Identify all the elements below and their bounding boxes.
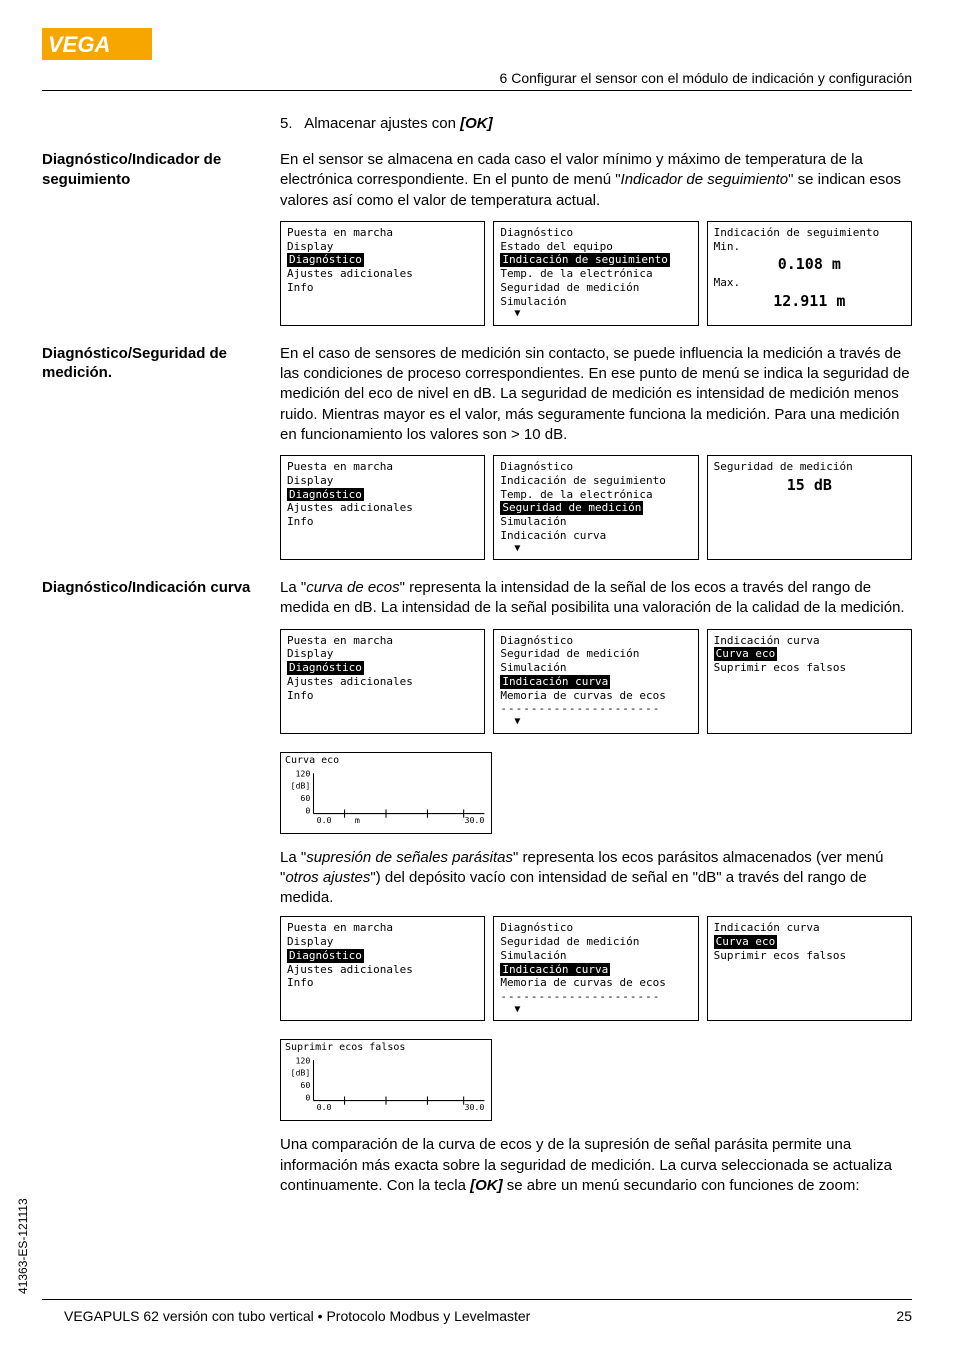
svg-text:30.0: 30.0 <box>464 1102 484 1112</box>
lcd-row-4: Puesta en marchaDisplayDiagnósticoAjuste… <box>280 916 912 1021</box>
svg-text:[dB]: [dB] <box>290 1068 310 1078</box>
footer-text: VEGAPULS 62 versión con tubo vertical • … <box>64 1308 530 1324</box>
lcd-display: Puesta en marchaDisplayDiagnósticoAjuste… <box>280 455 485 560</box>
lcd-row-2: Puesta en marchaDisplayDiagnósticoAjuste… <box>280 455 912 560</box>
svg-text:0.0: 0.0 <box>317 1102 332 1112</box>
lcd-display: Indicación de seguimientoMin.0.108 mMax.… <box>707 221 912 326</box>
para-seguimiento: En el sensor se almacena en cada caso el… <box>280 150 912 211</box>
graph-suprimir: Suprimir ecos falsos120[dB]6000.030.0 <box>280 1039 912 1121</box>
svg-text:120: 120 <box>295 768 310 778</box>
step-num: 5. <box>280 115 293 132</box>
lcd-display: Diagnóstico Seguridad de medición Simula… <box>493 916 698 1021</box>
para-curva: La "curva de ecos" representa la intensi… <box>280 578 912 619</box>
lcd-display: Indicación curvaCurva ecoSuprimir ecos f… <box>707 916 912 1021</box>
ok-key: [OK] <box>460 115 493 132</box>
lcd-display: Diagnóstico Seguridad de medición Simula… <box>493 629 698 734</box>
lcd-row-3: Puesta en marchaDisplayDiagnósticoAjuste… <box>280 629 912 734</box>
lcd-display: Puesta en marchaDisplayDiagnósticoAjuste… <box>280 629 485 734</box>
page-number: 25 <box>896 1308 912 1324</box>
logo: VEGA <box>42 28 152 65</box>
svg-text:0.0: 0.0 <box>317 814 332 824</box>
lcd-display: Diagnóstico Indicación de seguimiento Te… <box>493 455 698 560</box>
lcd-display: Puesta en marchaDisplayDiagnósticoAjuste… <box>280 221 485 326</box>
svg-text:[dB]: [dB] <box>290 780 310 790</box>
heading-seguimiento: Diagnóstico/Indicador de seguimiento <box>42 150 280 211</box>
svg-text:0: 0 <box>305 805 310 815</box>
lcd-display: Seguridad de medición15 dB <box>707 455 912 560</box>
svg-text:60: 60 <box>300 1080 310 1090</box>
heading-curva: Diagnóstico/Indicación curva <box>42 578 280 619</box>
step-line: 5. Almacenar ajustes con [OK] <box>280 115 912 132</box>
divider-bottom <box>42 1299 912 1300</box>
lcd-graph: Curva eco120[dB]6000.0m30.0 <box>280 752 492 834</box>
graph-curva-eco: Curva eco120[dB]6000.0m30.0 <box>280 752 912 834</box>
heading-seguridad: Diagnóstico/Seguridad de medición. <box>42 344 280 445</box>
doc-code: 41363-ES-121113 <box>16 1198 30 1294</box>
lcd-row-1: Puesta en marchaDisplayDiagnósticoAjuste… <box>280 221 912 326</box>
divider-top <box>42 90 912 91</box>
step-text: Almacenar ajustes con <box>304 115 460 132</box>
svg-text:0: 0 <box>305 1093 310 1103</box>
svg-text:m: m <box>355 814 360 824</box>
svg-text:VEGA: VEGA <box>48 32 110 57</box>
para-supresion: La "supresión de señales parásitas" repr… <box>280 848 912 909</box>
chapter-header: 6 Configurar el sensor con el módulo de … <box>500 70 912 86</box>
para-zoom: Una comparación de la curva de ecos y de… <box>280 1135 912 1196</box>
svg-text:60: 60 <box>300 793 310 803</box>
svg-text:120: 120 <box>295 1056 310 1066</box>
para-seguridad: En el caso de sensores de medición sin c… <box>280 344 912 445</box>
lcd-display: Diagnóstico Estado del equipo Indicación… <box>493 221 698 326</box>
svg-text:30.0: 30.0 <box>464 814 484 824</box>
lcd-display: Indicación curvaCurva ecoSuprimir ecos f… <box>707 629 912 734</box>
lcd-graph: Suprimir ecos falsos120[dB]6000.030.0 <box>280 1039 492 1121</box>
lcd-display: Puesta en marchaDisplayDiagnósticoAjuste… <box>280 916 485 1021</box>
